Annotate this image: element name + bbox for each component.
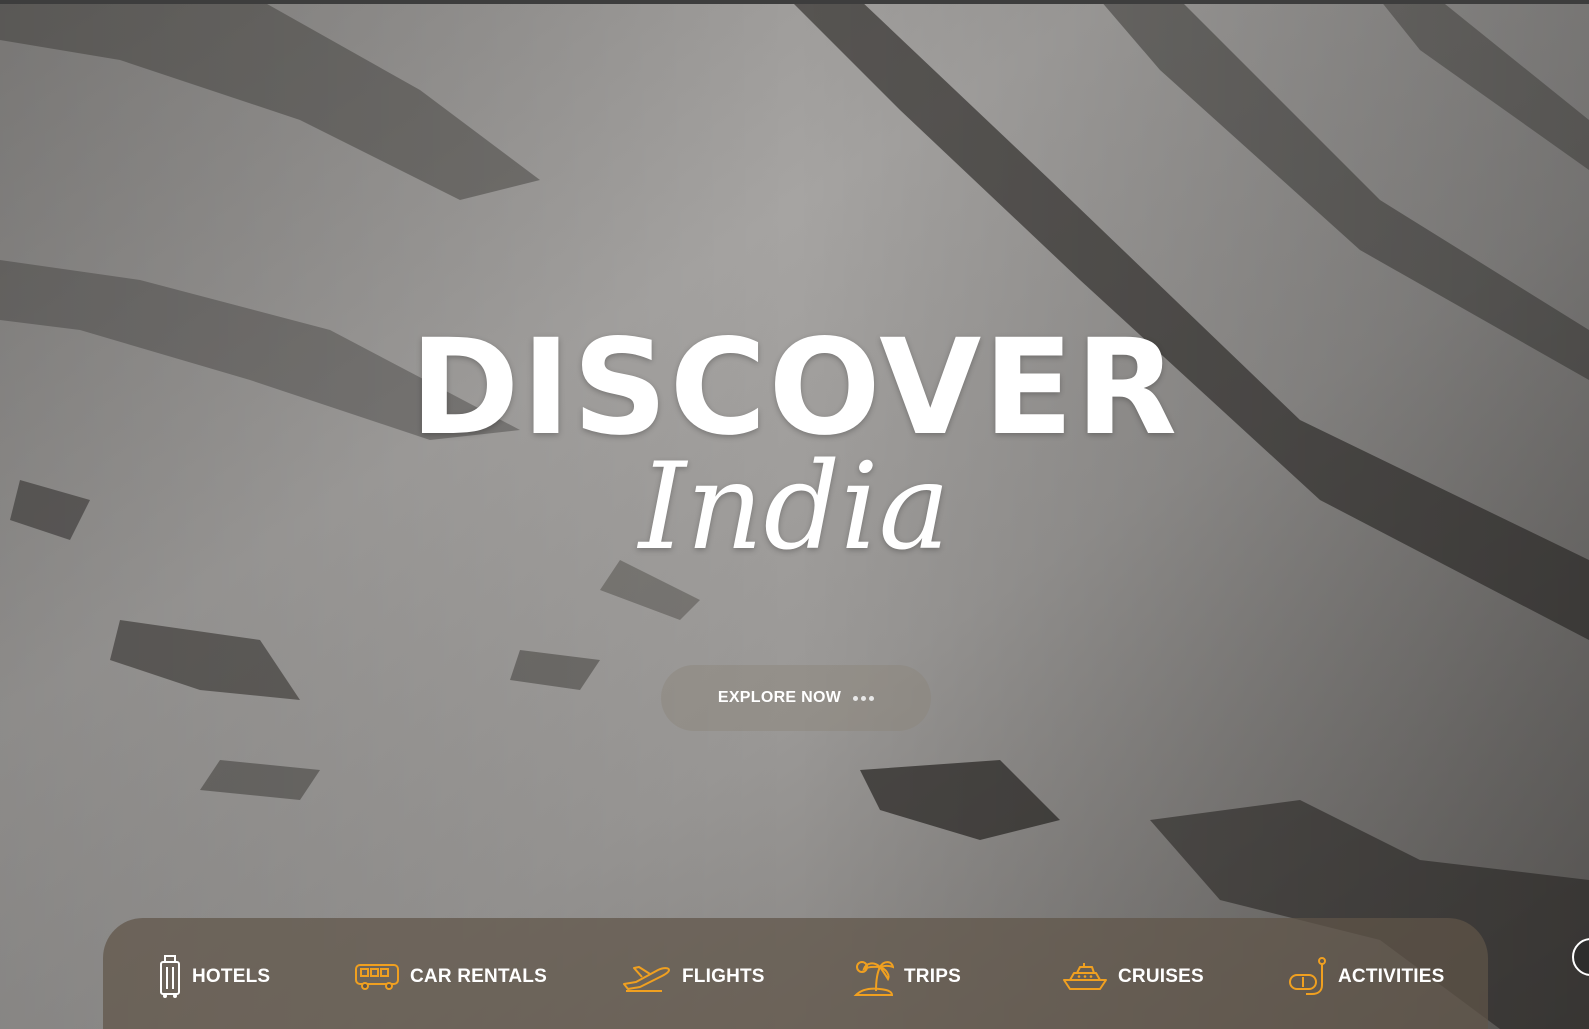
hero-headline: DISCOVER <box>409 311 1180 465</box>
category-cruises[interactable]: CRUISES <box>1062 952 1204 1002</box>
ship-icon <box>1062 962 1108 992</box>
hero-section: DISCOVER India EXPLORE NOW HOTELS CAR RE… <box>0 0 1589 1029</box>
luggage-icon <box>158 955 182 999</box>
category-bar <box>103 918 1488 1029</box>
snorkel-icon <box>1288 957 1328 997</box>
airplane-icon <box>622 962 672 992</box>
category-hotels-label: HOTELS <box>192 966 271 987</box>
ellipsis-dots-icon <box>853 695 875 701</box>
category-trips-label: TRIPS <box>904 966 961 987</box>
hero-subheadline: India <box>638 438 951 577</box>
category-activities[interactable]: ACTIVITIES <box>1288 952 1445 1002</box>
category-trips[interactable]: TRIPS <box>852 952 961 1002</box>
explore-now-label: EXPLORE NOW <box>717 689 842 706</box>
category-flights-label: FLIGHTS <box>682 966 765 987</box>
category-activities-label: ACTIVITIES <box>1338 966 1445 987</box>
bus-icon <box>354 963 400 991</box>
explore-now-button[interactable]: EXPLORE NOW <box>661 665 931 731</box>
category-hotels[interactable]: HOTELS <box>158 952 270 1002</box>
palm-island-icon <box>852 957 894 997</box>
category-car-rentals-label: CAR RENTALS <box>410 966 547 987</box>
category-cruises-label: CRUISES <box>1118 966 1204 987</box>
top-border <box>0 0 1589 4</box>
category-car-rentals[interactable]: CAR RENTALS <box>354 952 547 1002</box>
category-flights[interactable]: FLIGHTS <box>622 952 765 1002</box>
